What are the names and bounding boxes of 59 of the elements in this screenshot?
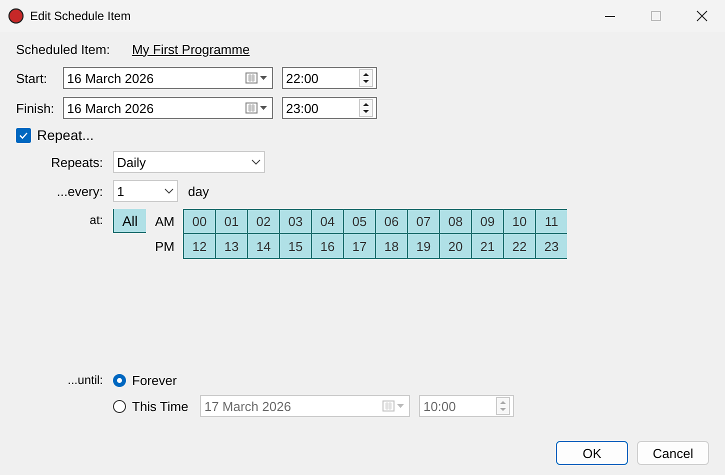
hour-toggle[interactable]: 22 xyxy=(503,234,535,259)
radio-label: Forever xyxy=(132,372,177,388)
every-dropdown[interactable]: 1 xyxy=(113,180,178,202)
hour-toggle[interactable]: 05 xyxy=(343,209,375,234)
app-icon xyxy=(8,8,24,24)
radio-label: This Time xyxy=(132,398,188,414)
calendar-dropdown-icon[interactable] xyxy=(245,102,269,114)
hour-toggle[interactable]: 00 xyxy=(183,209,215,234)
every-label: ...every: xyxy=(56,184,104,198)
ok-button[interactable]: OK xyxy=(556,441,628,465)
hour-toggle[interactable]: 17 xyxy=(343,234,375,259)
until-label: ...until: xyxy=(66,373,104,387)
hour-toggle[interactable]: 16 xyxy=(311,234,343,259)
all-hours-button[interactable]: All xyxy=(113,209,146,233)
unit-label: day xyxy=(188,184,209,198)
hour-toggle[interactable]: 07 xyxy=(407,209,439,234)
at-label: at: xyxy=(88,212,104,227)
hour-toggle[interactable]: 08 xyxy=(439,209,471,234)
maximize-icon xyxy=(651,11,661,21)
checkmark-icon xyxy=(19,132,28,138)
hour-toggle[interactable]: 19 xyxy=(407,234,439,259)
hour-toggle[interactable]: 13 xyxy=(215,234,247,259)
chevron-down-icon[interactable] xyxy=(251,159,261,165)
hour-toggle[interactable]: 01 xyxy=(215,209,247,234)
date-field[interactable]: 16 March 2026 xyxy=(63,67,273,89)
hour-toggle[interactable]: 18 xyxy=(375,234,407,259)
window-title: Edit Schedule Item xyxy=(30,9,132,23)
hour-toggle[interactable]: 12 xyxy=(183,234,215,259)
repeats-label: Repeats: xyxy=(50,154,104,170)
hour-toggle[interactable]: 20 xyxy=(439,234,471,259)
close-icon xyxy=(696,10,708,22)
hour-toggle[interactable]: 23 xyxy=(535,234,567,259)
hour-toggle[interactable]: 06 xyxy=(375,209,407,234)
time-field[interactable]: 22:00 xyxy=(282,67,377,89)
period-label: AM xyxy=(154,213,176,231)
hour-toggle[interactable]: 03 xyxy=(279,209,311,234)
start-label: Start: xyxy=(16,70,48,86)
spin-arrows-icon[interactable] xyxy=(359,69,373,87)
hour-toggle[interactable]: 11 xyxy=(535,209,567,234)
cancel-button[interactable]: Cancel xyxy=(637,441,709,465)
hour-toggle[interactable]: 02 xyxy=(247,209,279,234)
hour-toggle[interactable]: 09 xyxy=(471,209,503,234)
scheduled-item-label: Scheduled Item: xyxy=(16,42,110,56)
date-field[interactable]: 16 March 2026 xyxy=(63,97,273,119)
programme-link[interactable]: My First Programme xyxy=(132,42,250,56)
spin-arrows-icon[interactable] xyxy=(359,99,373,117)
finish-label: Finish: xyxy=(16,100,56,116)
repeat-label: Repeat... xyxy=(37,127,94,143)
hour-toggle[interactable]: 14 xyxy=(247,234,279,259)
calendar-dropdown-icon[interactable] xyxy=(245,72,269,84)
repeat-checkbox[interactable] xyxy=(16,128,31,142)
period-label: PM xyxy=(154,238,176,256)
time-field[interactable]: 23:00 xyxy=(282,97,377,119)
chevron-down-icon[interactable] xyxy=(164,188,174,194)
hour-toggle[interactable]: 15 xyxy=(279,234,311,259)
hour-toggle[interactable]: 04 xyxy=(311,209,343,234)
repeats-dropdown[interactable]: Daily xyxy=(113,151,265,173)
hour-toggle[interactable]: 21 xyxy=(471,234,503,259)
hour-toggle[interactable]: 10 xyxy=(503,209,535,234)
